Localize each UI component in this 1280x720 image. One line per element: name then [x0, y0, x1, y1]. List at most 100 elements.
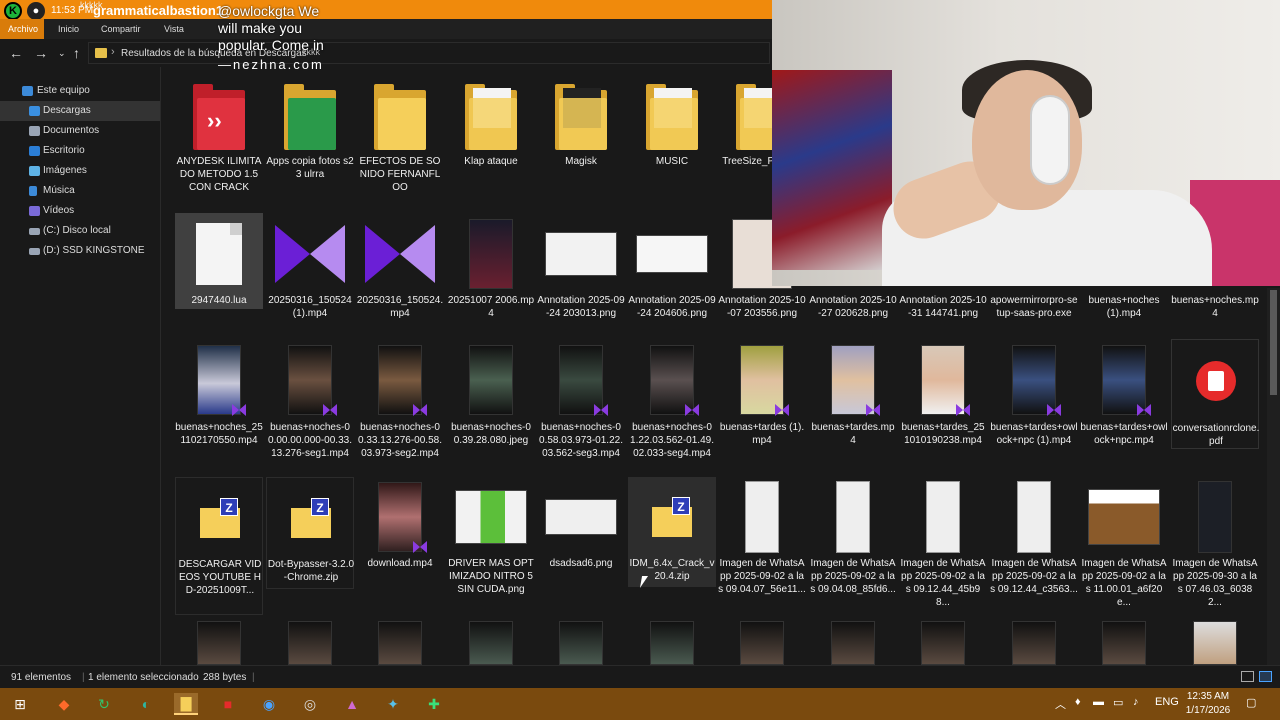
- details-view-icon[interactable]: [1241, 671, 1254, 682]
- file-tile[interactable]: Annotation 2025-09-24 203013.png: [537, 213, 625, 335]
- file-tile[interactable]: Z IDM_6.4x_Crack_v20.4.zip: [628, 477, 716, 587]
- network-icon[interactable]: ▭: [1113, 696, 1123, 709]
- obs-studio-icon[interactable]: ◎: [298, 693, 322, 715]
- file-tile[interactable]: buenas+noches-00.39.28.080.jpeg: [447, 339, 535, 449]
- file-tile[interactable]: buenas+tardes+owlock+npc (1).mp4: [990, 339, 1078, 463]
- video-player-icon: [266, 218, 354, 290]
- file-name: download.mp4: [367, 558, 433, 569]
- file-tile[interactable]: Z DESCARGAR VIDEOS YOUTUBE HD-20251009T.…: [175, 477, 263, 615]
- file-tile[interactable]: ›› ANYDESK ILIMITADO METODO 1.5 CON CRAC…: [175, 80, 263, 212]
- file-tile[interactable]: Imagen de WhatsApp 2025-09-02 a las 09.0…: [718, 477, 806, 615]
- back-arrow-icon[interactable]: ←: [9, 45, 23, 61]
- chrome-browser-icon[interactable]: ◉: [257, 693, 281, 715]
- file-tile[interactable]: [1171, 619, 1259, 665]
- edge-browser-icon[interactable]: ◐: [134, 693, 158, 715]
- sidebar-item-ssd-kingstone[interactable]: (D:) SSD KINGSTONE: [0, 241, 160, 261]
- scroll-thumb[interactable]: [1270, 290, 1277, 395]
- file-tile[interactable]: [1080, 619, 1168, 665]
- file-tile[interactable]: Z Dot-Bypasser-3.2.0-Chrome.zip: [266, 477, 354, 589]
- sidebar-item-documentos[interactable]: Documentos: [0, 121, 160, 141]
- address-box[interactable]: › Resultados de la búsqueda en Descargas…: [88, 42, 770, 64]
- file-tile[interactable]: buenas+tardes+owlock+npc.mp4: [1080, 339, 1168, 449]
- file-tile[interactable]: [899, 619, 987, 665]
- file-tile[interactable]: [175, 619, 263, 665]
- up-arrow-icon[interactable]: ↑: [73, 45, 80, 61]
- file-tile[interactable]: [718, 619, 806, 665]
- file-tile[interactable]: [356, 619, 444, 665]
- file-tile[interactable]: buenas+noches-00.33.13.276-00.58.03.973-…: [356, 339, 444, 475]
- file-tile[interactable]: Imagen de WhatsApp 2025-09-30 a las 07.4…: [1171, 477, 1259, 615]
- system-clock[interactable]: 12:35 AM 1/17/2026: [1182, 690, 1234, 718]
- notifications-icon[interactable]: ▢: [1246, 696, 1256, 709]
- file-tile[interactable]: buenas+noches-01.22.03.562-01.49.02.033-…: [628, 339, 716, 475]
- file-tile[interactable]: EFECTOS DE SONIDO FERNANFLOO: [356, 80, 444, 198]
- sidebar-item-descargas[interactable]: Descargas: [0, 101, 160, 121]
- file-tile[interactable]: buenas+noches_251102170550.mp4: [175, 339, 263, 463]
- file-tile[interactable]: 2947440.lua: [175, 213, 263, 309]
- recent-chevron-icon[interactable]: ⌄: [58, 48, 66, 59]
- file-tile[interactable]: [537, 619, 625, 665]
- tab-vista[interactable]: Vista: [164, 24, 184, 34]
- file-tile[interactable]: Apps copia fotos s23 ulrra: [266, 80, 354, 185]
- file-tile[interactable]: Magisk: [537, 80, 625, 172]
- large-icons-view-icon[interactable]: [1259, 671, 1272, 682]
- sidebar-item-este-equipo[interactable]: Este equipo: [0, 81, 160, 101]
- file-tile[interactable]: Imagen de WhatsApp 2025-09-02 a las 09.1…: [990, 477, 1078, 615]
- microphone-icon[interactable]: ♦: [1075, 696, 1081, 708]
- green-app-icon[interactable]: ✚: [422, 693, 446, 715]
- tab-inicio[interactable]: Inicio: [58, 24, 79, 34]
- image-thumbnail: [537, 218, 625, 290]
- sidebar-item-escritorio[interactable]: Escritorio: [0, 141, 160, 161]
- sidebar-item-label: (D:) SSD KINGSTONE: [43, 245, 145, 256]
- tray-expand-icon[interactable]: ︿: [1055, 696, 1066, 712]
- forward-arrow-icon[interactable]: →: [34, 45, 48, 61]
- sidebar-item-imagenes[interactable]: Imágenes: [0, 161, 160, 181]
- file-tile[interactable]: Imagen de WhatsApp 2025-09-02 a las 11.0…: [1080, 477, 1168, 615]
- file-tile[interactable]: 20250316_150524 (1).mp4: [266, 213, 354, 323]
- file-explorer-icon[interactable]: ▇: [174, 693, 198, 715]
- file-tile[interactable]: DRIVER MAS OPTIMIZADO NITRO 5 SIN CUDA.p…: [447, 477, 535, 615]
- file-name: 2947440.lua: [191, 295, 247, 306]
- file-tile[interactable]: Imagen de WhatsApp 2025-09-02 a las 09.0…: [809, 477, 897, 615]
- sidebar-item-videos[interactable]: Vídeos: [0, 201, 160, 221]
- taskbar: ⊞ ◆ ↻ ◐ ▇ ■ ◉ ◎ ▲ ✦ ✚ ︿ ♦ ▬ ▭ ♪ ENG 12:3…: [0, 688, 1280, 720]
- file-tile[interactable]: MUSIC: [628, 80, 716, 172]
- file-tile[interactable]: buenas+noches-00.58.03.973-01.22.03.562-…: [537, 339, 625, 475]
- sidebar-item-musica[interactable]: Música: [0, 181, 160, 201]
- file-tile[interactable]: [266, 619, 354, 665]
- file-tile[interactable]: [990, 619, 1078, 665]
- clock-date: 1/17/2026: [1185, 705, 1231, 716]
- file-tile[interactable]: buenas+tardes.mp4: [809, 339, 897, 449]
- file-tile[interactable]: dsadsad6.png: [537, 477, 625, 575]
- file-tile[interactable]: [628, 619, 716, 665]
- file-tile[interactable]: Klap ataque: [447, 80, 535, 172]
- file-tile[interactable]: 20250316_150524.mp4: [356, 213, 444, 323]
- game-app-icon[interactable]: ▲: [340, 693, 364, 715]
- vertical-scrollbar[interactable]: [1267, 288, 1280, 665]
- language-indicator[interactable]: ENG: [1155, 696, 1179, 708]
- file-tile[interactable]: download.mp4: [356, 477, 444, 575]
- file-name: DESCARGAR VIDEOS YOUTUBE HD-20251009T...: [178, 559, 262, 596]
- volume-icon[interactable]: ♪: [1133, 696, 1139, 708]
- tab-compartir[interactable]: Compartir: [101, 24, 141, 34]
- battery-icon[interactable]: ▬: [1093, 696, 1104, 708]
- code-app-icon[interactable]: ✦: [381, 693, 405, 715]
- file-tile[interactable]: 20251007 2006.mp4: [447, 213, 535, 323]
- pdf-app-icon[interactable]: ■: [216, 693, 240, 715]
- sync-app-icon[interactable]: ↻: [92, 693, 116, 715]
- windows-start-icon[interactable]: ⊞: [8, 693, 32, 715]
- file-tile[interactable]: [447, 619, 535, 665]
- file-name: Annotation 2025-10-31 144741.png: [899, 295, 987, 319]
- file-tile[interactable]: conversationrclone.pdf: [1171, 339, 1259, 449]
- file-tile[interactable]: buenas+tardes (1).mp4: [718, 339, 806, 449]
- tab-archivo[interactable]: Archivo: [0, 19, 44, 39]
- file-tile[interactable]: Annotation 2025-09-24 204606.png: [628, 213, 716, 335]
- file-tile[interactable]: buenas+tardes_251010190238.mp4: [899, 339, 987, 463]
- file-tile[interactable]: buenas+noches-00.00.00.000-00.33.13.276-…: [266, 339, 354, 475]
- sidebar-item-disco-local[interactable]: (C:) Disco local: [0, 221, 160, 241]
- kick-app-icon[interactable]: K: [4, 2, 22, 20]
- brave-browser-icon[interactable]: ◆: [52, 693, 76, 715]
- user-avatar-icon[interactable]: ●: [27, 2, 45, 20]
- file-tile[interactable]: Imagen de WhatsApp 2025-09-02 a las 09.1…: [899, 477, 987, 615]
- file-tile[interactable]: [809, 619, 897, 665]
